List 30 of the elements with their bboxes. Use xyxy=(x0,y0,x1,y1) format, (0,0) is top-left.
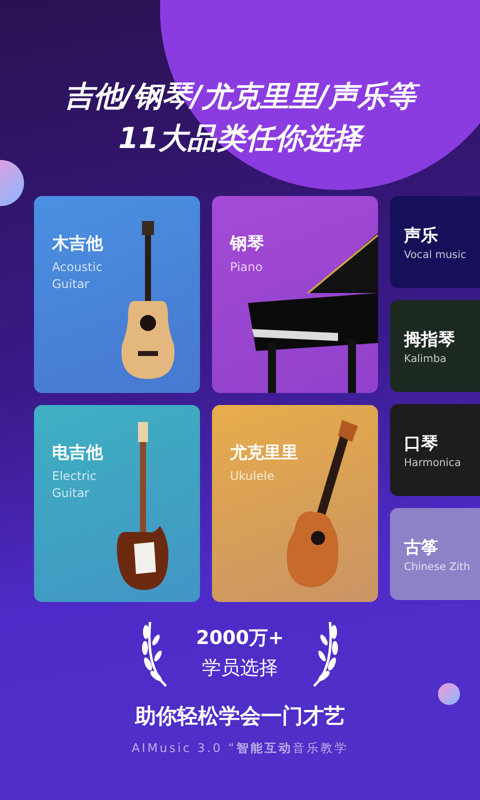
category-title: 木吉他 xyxy=(52,233,104,255)
category-subtitle: Chinese Zith xyxy=(404,560,472,572)
headline: 11大品类任你选择 xyxy=(108,118,372,158)
category-subtitle: Piano xyxy=(230,259,264,276)
subtitle-text: AIMusic 3.0 “智能互动音乐教学 xyxy=(130,740,350,757)
category-card[interactable]: 拇指琴 Kalimba xyxy=(390,300,480,392)
category-subtitle: Electric Guitar xyxy=(52,468,98,502)
category-card[interactable]: 电吉他 Electric Guitar xyxy=(34,405,200,602)
student-count-label: 学员选择 xyxy=(202,656,278,681)
category-card[interactable]: 古筝 Chinese Zith xyxy=(390,508,480,600)
category-title: 尤克里里 xyxy=(230,442,298,464)
student-count: 2000万+ xyxy=(196,626,284,651)
category-subtitle: Acoustic Guitar xyxy=(52,259,104,293)
category-subtitle: Harmonica xyxy=(404,456,462,468)
category-card[interactable]: 口琴 Harmonica xyxy=(390,404,480,496)
category-title: 声乐 xyxy=(404,224,439,246)
category-title: 电吉他 xyxy=(52,442,104,464)
category-subtitle: Kalimba xyxy=(404,352,448,364)
category-subtitle: Vocal music xyxy=(404,248,468,260)
category-title: 拇指琴 xyxy=(404,328,456,350)
category-title: 古筝 xyxy=(404,536,439,558)
category-subtitle: Ukulele xyxy=(230,468,276,485)
category-card[interactable]: 木吉他 Acoustic Guitar xyxy=(34,196,200,393)
category-title: 钢琴 xyxy=(230,233,264,255)
headline: 吉他/钢琴/尤克里里/声乐等 xyxy=(54,76,426,116)
category-card[interactable]: 钢琴 Piano xyxy=(212,196,378,393)
tagline: 助你轻松学会一门才艺 xyxy=(134,703,346,730)
category-title: 口琴 xyxy=(404,432,439,454)
decorative-ball xyxy=(438,683,460,705)
category-card[interactable]: 声乐 Vocal music xyxy=(390,196,480,288)
